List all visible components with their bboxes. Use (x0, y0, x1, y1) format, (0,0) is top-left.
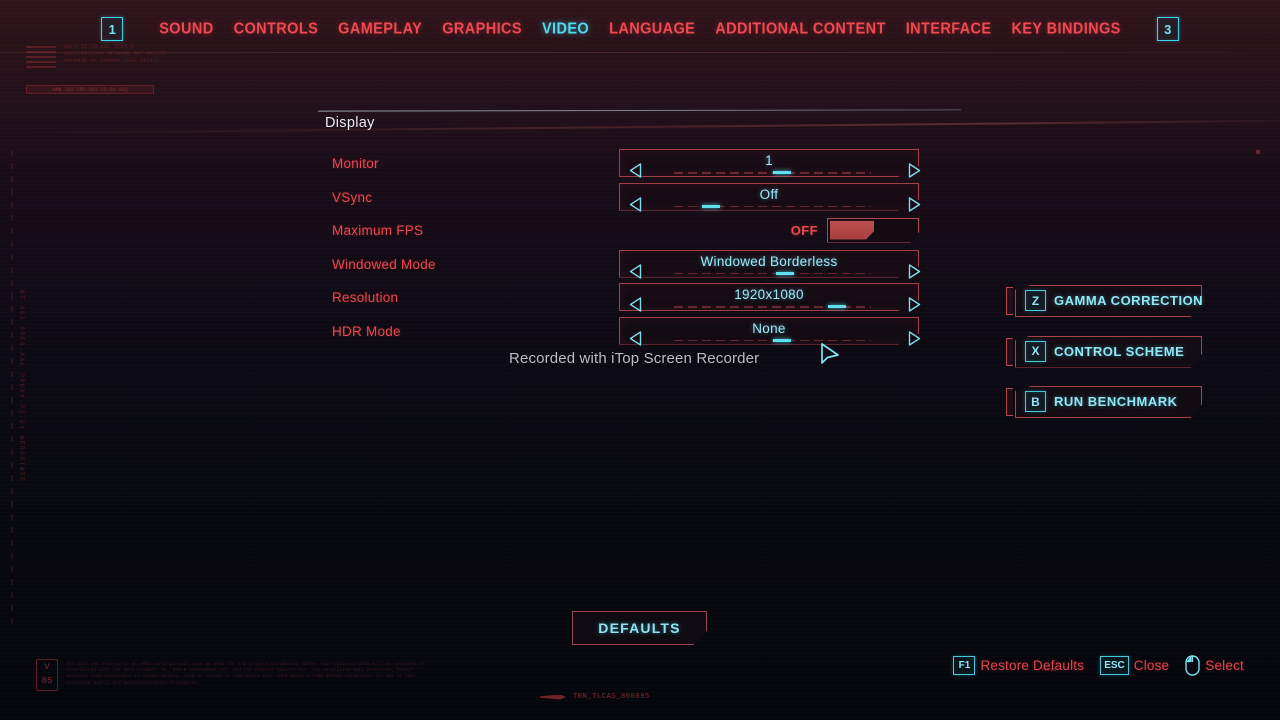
screen-recorder-watermark: Recorded with iTop Screen Recorder (509, 350, 760, 367)
page-prev-indicator[interactable]: 1 (101, 17, 124, 41)
keycap-b: B (1025, 391, 1046, 412)
footer-hint-select[interactable]: Select (1185, 655, 1244, 676)
setting-label: Maximum FPS (332, 223, 424, 239)
setting-row-hdr-mode[interactable]: HDR Mode None (318, 315, 961, 349)
nav-tab-language[interactable]: LANGUAGE (599, 20, 705, 37)
side-button-bracket (1006, 287, 1013, 315)
side-button-label: GAMMA CORRECTION (1054, 293, 1204, 308)
selector-track-marker (701, 204, 720, 208)
nav-tabs-container: SOUND CONTROLS GAMEPLAY GRAPHICS VIDEO LANGUA… (149, 20, 1131, 37)
mouse-icon (1185, 655, 1200, 676)
selector-track-marker (772, 338, 791, 342)
settings-tab-bar: 1 SOUND CONTROLS GAMEPLAY GRAPHICS VIDEO LANG… (0, 0, 1280, 58)
nav-tab-gameplay[interactable]: GAMEPLAY (328, 20, 432, 37)
setting-selector[interactable]: 1 (619, 149, 921, 178)
keycap-x: X (1025, 340, 1046, 362)
setting-row-windowed-mode[interactable]: Windowed Mode Windowed Borderless (318, 248, 961, 282)
defaults-button-label: DEFAULTS (598, 620, 681, 636)
footer-hint-restore-defaults[interactable]: F1 Restore Defaults (953, 656, 1084, 675)
setting-label: Monitor (332, 156, 379, 172)
section-title-display: Display (325, 115, 375, 131)
decor-top-left-tagbar: AMN 102 CRC-151 CC-10 AAQ (26, 85, 154, 94)
keycap-f1: F1 (953, 656, 976, 675)
setting-label: HDR Mode (332, 323, 401, 339)
decor-arrow-icon (540, 694, 566, 700)
selector-track-dashes (674, 272, 871, 274)
selector-value: 1 (765, 153, 773, 168)
selector-value: 1920x1080 (734, 287, 804, 302)
decor-badge-line-2: 85 (41, 676, 53, 686)
game-settings-screen: ONLY ZZ.IN.ARK DIST-9 DEVICES/ICON SETWA… (0, 0, 1280, 720)
selector-track-marker (776, 271, 795, 275)
defaults-button[interactable]: DEFAULTS (572, 611, 707, 645)
nav-tab-graphics[interactable]: GRAPHICS (432, 20, 532, 37)
selector-position-track (674, 305, 871, 308)
decor-left-vertical-text: NT-002 PRES-AAC PROXY-P2.21 AEROSTATE (18, 290, 25, 483)
side-button-run-benchmark[interactable]: B RUN BENCHMARK (1006, 386, 1202, 418)
keycap-z: Z (1025, 290, 1046, 311)
decor-bottom-tag-text: TRN_TLCAS_800095 (573, 693, 650, 701)
side-button-gamma-correction[interactable]: Z GAMMA CORRECTION (1006, 285, 1204, 317)
settings-rows-container: Monitor 1 VSync Off Maximum FPS OFF Windowed M… (318, 147, 961, 348)
footer-hint-label: Select (1205, 658, 1244, 673)
selector-track-marker (772, 171, 791, 174)
setting-label: VSync (332, 189, 373, 205)
decor-tagbar-text: AMN 102 CRC-151 CC-10 AAQ (52, 87, 128, 93)
side-button-label: CONTROL SCHEME (1054, 343, 1185, 359)
setting-label: Resolution (332, 290, 399, 306)
panel-divider (317, 109, 962, 112)
setting-row-vsync[interactable]: VSync Off (318, 181, 961, 215)
nav-tab-sound[interactable]: SOUND (149, 20, 223, 37)
setting-selector[interactable]: Off (619, 182, 921, 212)
selector-position-track (674, 338, 871, 342)
side-action-buttons: Z GAMMA CORRECTION X CONTROL SCHEME B RUN BEN… (1006, 285, 1204, 437)
selector-position-track (674, 171, 871, 174)
selector-position-track (674, 271, 871, 275)
selector-value: Off (759, 186, 779, 202)
nav-tab-additional-content[interactable]: ADDITIONAL CONTENT (705, 20, 895, 37)
nav-tab-interface[interactable]: INTERFACE (896, 20, 1002, 37)
setting-row-resolution[interactable]: Resolution 1920x1080 (318, 281, 961, 315)
footer-hint-label: Close (1133, 658, 1170, 673)
decor-badge-line-1: V (44, 662, 50, 672)
toggle-track[interactable] (827, 217, 919, 243)
selector-position-track (674, 204, 871, 208)
setting-selector[interactable]: Windowed Borderless (619, 249, 921, 279)
setting-row-monitor[interactable]: Monitor 1 (318, 147, 961, 181)
page-next-indicator[interactable]: 3 (1156, 17, 1179, 41)
side-button-control-scheme[interactable]: X CONTROL SCHEME (1006, 335, 1202, 368)
footer-hint-label: Restore Defaults (980, 658, 1085, 673)
setting-label: Windowed Mode (332, 256, 436, 272)
selector-track-marker (827, 305, 846, 308)
footer-hint-bar: F1 Restore Defaults ESC Close Select (953, 655, 1244, 676)
side-button-label: RUN BENCHMARK (1054, 394, 1178, 409)
nav-tab-controls[interactable]: CONTROLS (224, 20, 329, 37)
keycap-esc: ESC (1100, 656, 1129, 675)
setting-row-maximum-fps[interactable]: Maximum FPS OFF (318, 214, 961, 248)
toggle-knob (830, 220, 874, 240)
side-button-bracket (1006, 388, 1013, 416)
nav-tab-key-bindings[interactable]: KEY BINDINGS (1001, 20, 1130, 37)
setting-selector[interactable]: 1920x1080 (619, 283, 921, 312)
footer-hint-close[interactable]: ESC Close (1100, 656, 1169, 675)
decor-right-dot (1256, 150, 1260, 154)
setting-selector[interactable]: None (619, 316, 921, 346)
decor-legal-text: The data not entered to be ARGH terminal… (66, 662, 425, 686)
background-glow-streak (0, 119, 1280, 135)
decor-version-badge: V 85 (36, 659, 58, 691)
nav-tab-video[interactable]: VIDEO (532, 20, 599, 37)
toggle-state-label: OFF (790, 222, 818, 238)
selector-value: None (752, 320, 786, 336)
decor-bottom-tag: TRN_TLCAS_800095 (540, 693, 650, 701)
side-button-bracket (1006, 337, 1013, 366)
selector-value: Windowed Borderless (700, 253, 838, 269)
setting-toggle[interactable]: OFF (619, 216, 919, 244)
decor-left-dash-rail (11, 150, 13, 630)
